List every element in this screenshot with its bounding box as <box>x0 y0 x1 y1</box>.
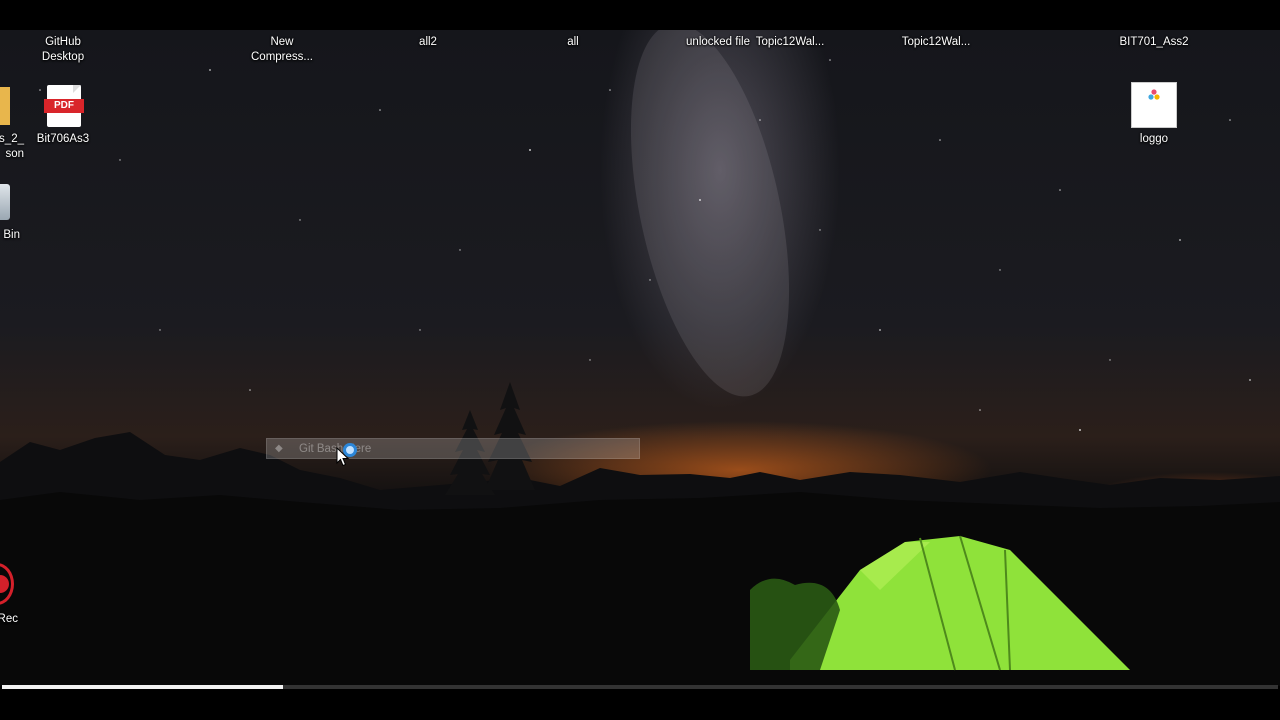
record-dot <box>0 575 9 593</box>
desktop-icon-all[interactable]: all <box>525 35 621 50</box>
folder-icon[interactable] <box>0 87 10 125</box>
recycle-bin-icon[interactable] <box>0 184 10 220</box>
desktop-wallpaper <box>0 30 1280 686</box>
desktop-icon-new-compressed[interactable]: New Compress... <box>234 35 330 65</box>
desktop-icon-github-desktop[interactable]: GitHub Desktop <box>15 35 111 65</box>
desktop-icon-bit701-ass2[interactable]: BIT701_Ass2 <box>1106 35 1202 50</box>
video-progress-track[interactable] <box>2 685 1278 689</box>
icon-label: Bin <box>3 229 20 241</box>
git-icon: ◆ <box>275 443 283 454</box>
desktop-icon-bit706as3[interactable]: Bit706As3 <box>15 132 111 147</box>
logo-mark-icon <box>1148 89 1160 100</box>
desktop-icon-topic12-a[interactable]: Topic12Wal... <box>742 35 838 50</box>
pdf-file-icon[interactable]: PDF <box>44 85 84 127</box>
icon-label: Rec <box>0 613 18 625</box>
desktop-icon-all2[interactable]: all2 <box>380 35 476 50</box>
icon-label: Compress... <box>251 51 313 63</box>
icon-label: loggo <box>1139 133 1169 145</box>
icon-label: Bit706As3 <box>36 133 90 145</box>
image-file-icon[interactable] <box>1131 82 1177 128</box>
icon-label: son <box>5 148 24 160</box>
icon-label: all <box>567 36 579 48</box>
icon-label: Topic12Wal... <box>901 36 971 48</box>
page-fold <box>73 85 81 93</box>
icon-label: BIT701_Ass2 <box>1119 36 1189 48</box>
icon-label: Topic12Wal... <box>755 36 825 48</box>
desktop-icon-recorder[interactable]: Rec <box>0 612 18 627</box>
icon-label: all2 <box>419 36 437 48</box>
desktop-icon-loggo[interactable]: loggo <box>1106 132 1202 147</box>
drag-ghost-menu-item: ◆ Git Bash Here <box>266 438 640 459</box>
pine-trees <box>445 382 535 495</box>
icon-label: New <box>270 36 294 48</box>
icon-label: GitHub <box>45 36 81 48</box>
pdf-badge: PDF <box>44 99 84 113</box>
desktop-icon-recycle-bin[interactable]: Bin <box>0 228 20 243</box>
icon-label: Desktop <box>41 51 85 63</box>
video-progress-fill <box>2 685 283 689</box>
mouse-cursor-icon <box>336 447 350 467</box>
desktop-icon-topic12-b[interactable]: Topic12Wal... <box>888 35 984 50</box>
